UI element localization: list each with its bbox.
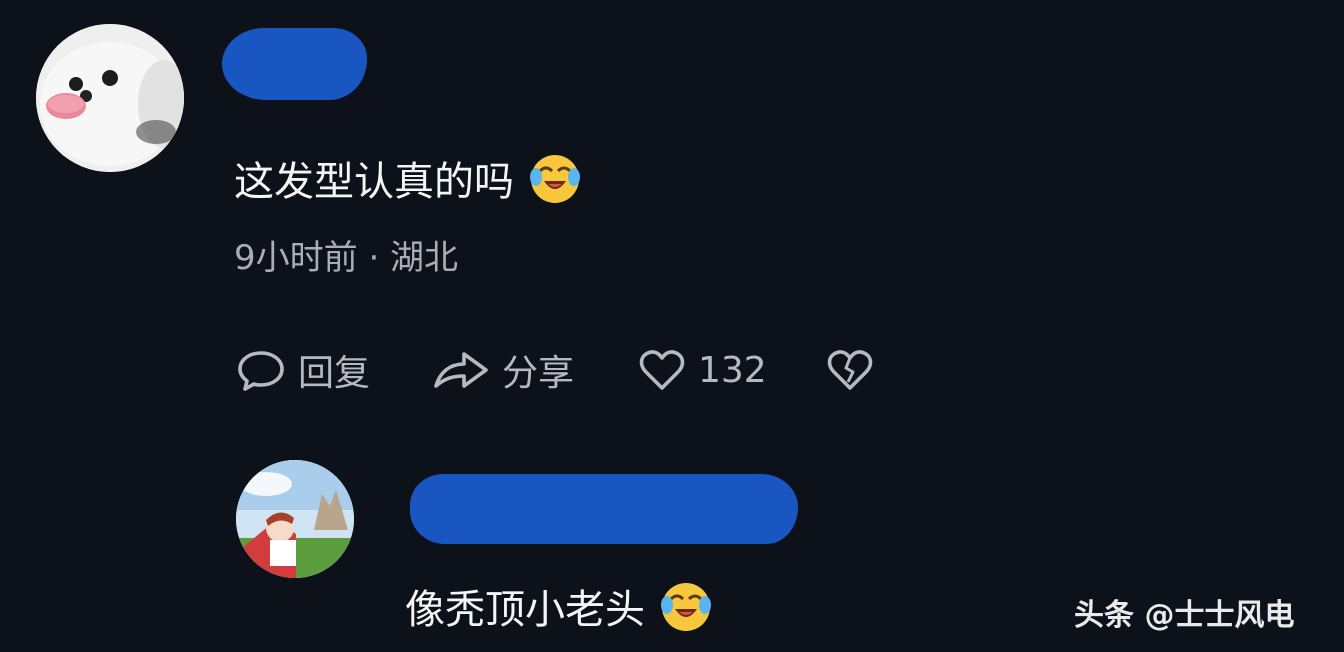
comment-body: 这发型认真的吗	[234, 159, 514, 205]
dislike-button[interactable]	[826, 346, 874, 394]
like-button[interactable]: 132	[638, 346, 767, 394]
crying-laughing-emoji-icon	[661, 583, 711, 631]
replier-avatar[interactable]	[236, 460, 354, 578]
share-label: 分享	[502, 353, 575, 394]
heart-icon	[639, 350, 685, 390]
comment-meta: 9小时前 · 湖北	[234, 238, 459, 278]
reply-label: 回复	[298, 353, 371, 394]
watermark-text: 头条 @士士风电	[1074, 598, 1295, 633]
white-dog-avatar-image	[36, 24, 184, 172]
like-count: 132	[698, 349, 767, 391]
redacted-username	[410, 474, 798, 544]
commenter-avatar[interactable]	[36, 24, 184, 172]
share-button[interactable]: 分享	[432, 346, 574, 394]
reply-body: 像秃顶小老头	[405, 587, 645, 633]
redacted-username	[222, 28, 367, 100]
reply-button[interactable]: 回复	[236, 346, 370, 394]
reply-text: 像秃顶小老头	[405, 574, 713, 638]
crying-laughing-emoji-icon	[530, 155, 580, 203]
anime-scene-avatar-image	[236, 460, 354, 578]
comment-text: 这发型认真的吗	[234, 146, 582, 210]
share-arrow-icon	[434, 352, 488, 388]
broken-heart-icon	[827, 350, 873, 390]
speech-bubble-icon	[238, 351, 284, 391]
